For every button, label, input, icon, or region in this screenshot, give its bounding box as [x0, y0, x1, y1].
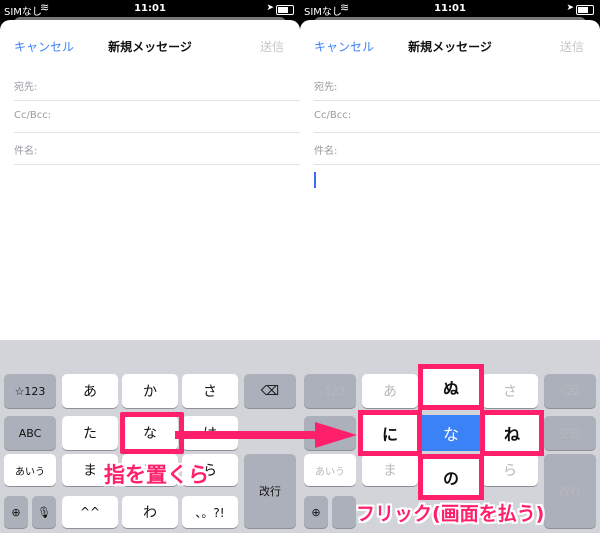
- location-arrow-icon: ➤: [266, 3, 274, 13]
- key-wa[interactable]: わ: [122, 496, 178, 528]
- delete-icon[interactable]: ⌫: [544, 374, 596, 408]
- subject-label: 件名:: [314, 146, 338, 157]
- key-punctuation[interactable]: 、。?!: [182, 496, 238, 528]
- key-abc-mode[interactable]: ABC: [4, 416, 56, 450]
- flick-left-ni[interactable]: に: [358, 410, 422, 456]
- subject-label: 件名:: [14, 146, 38, 157]
- compose-nav-bar: キャンセル 新規メッセージ 送信: [300, 20, 600, 68]
- compose-sheet: キャンセル 新規メッセージ 送信 宛先: Cc/Bcc: 件名:: [300, 20, 600, 340]
- compose-sheet: キャンセル 新規メッセージ 送信 宛先: Cc/Bcc: 件名:: [0, 20, 300, 340]
- right-caption: フリック(画面を払う): [356, 503, 545, 525]
- globe-icon[interactable]: ⊕: [4, 496, 28, 528]
- mic-icon[interactable]: 🎙: [32, 496, 56, 528]
- key-number-mode[interactable]: ☆123: [4, 374, 56, 408]
- to-label: 宛先:: [314, 82, 338, 93]
- key-ka[interactable]: か: [122, 374, 178, 408]
- mic-icon[interactable]: [332, 496, 356, 528]
- subject-field[interactable]: 件名:: [14, 132, 300, 165]
- flick-up-nu[interactable]: ぬ: [418, 364, 484, 410]
- to-field[interactable]: 宛先:: [14, 68, 300, 101]
- key-a[interactable]: あ: [362, 374, 418, 408]
- to-field[interactable]: 宛先:: [314, 68, 600, 101]
- key-kana-mode[interactable]: あいう: [4, 454, 56, 486]
- arrow-shape: [175, 422, 357, 448]
- to-label: 宛先:: [14, 82, 38, 93]
- subject-field[interactable]: 件名:: [314, 132, 600, 165]
- status-bar: SIMなし ≋ 11:01 ➤: [0, 0, 300, 18]
- delete-icon[interactable]: ⌫: [244, 374, 296, 408]
- key-ma[interactable]: ま: [362, 454, 418, 486]
- enter-key[interactable]: 改行: [544, 454, 596, 528]
- key-a[interactable]: あ: [62, 374, 118, 408]
- send-button[interactable]: 送信: [560, 38, 584, 55]
- battery-icon: [276, 5, 294, 15]
- flick-right-ne[interactable]: ね: [480, 410, 544, 456]
- compose-title: 新規メッセージ: [408, 40, 492, 54]
- battery-icon: [576, 5, 594, 15]
- status-bar: SIMなし ≋ 11:01 ➤: [300, 0, 600, 18]
- left-phone-screen: SIMなし ≋ 11:01 ➤ キャンセル 新規メッセージ 送信 宛先: Cc/…: [0, 0, 300, 533]
- key-sa[interactable]: さ: [482, 374, 538, 408]
- cc-bcc-field[interactable]: Cc/Bcc:: [14, 100, 300, 133]
- cc-bcc-label: Cc/Bcc:: [14, 110, 52, 121]
- globe-icon[interactable]: ⊕: [304, 496, 328, 528]
- key-number-mode[interactable]: ☆123: [304, 374, 356, 408]
- flick-center-na[interactable]: な: [422, 415, 480, 451]
- status-time: 11:01: [134, 3, 166, 14]
- location-arrow-icon: ➤: [566, 3, 574, 13]
- enter-key[interactable]: 改行: [244, 454, 296, 528]
- transition-arrow: [175, 422, 357, 448]
- left-caption: 指を置くら: [104, 463, 209, 487]
- key-sa[interactable]: さ: [182, 374, 238, 408]
- space-key[interactable]: 空白: [544, 416, 596, 450]
- key-kana-mode[interactable]: あいう: [304, 454, 356, 486]
- flick-down-no[interactable]: の: [418, 454, 484, 500]
- cc-bcc-label: Cc/Bcc:: [314, 110, 352, 121]
- key-ra[interactable]: ら: [482, 454, 538, 486]
- send-button[interactable]: 送信: [260, 38, 284, 55]
- text-cursor: [314, 172, 316, 188]
- key-dakuten[interactable]: ^^: [62, 496, 118, 528]
- compose-title: 新規メッセージ: [108, 40, 192, 54]
- status-time: 11:01: [434, 3, 466, 14]
- compose-nav-bar: キャンセル 新規メッセージ 送信: [0, 20, 300, 68]
- key-ta[interactable]: た: [62, 416, 118, 450]
- right-phone-screen: SIMなし ≋ 11:01 ➤ キャンセル 新規メッセージ 送信 宛先: Cc/…: [300, 0, 600, 533]
- cc-bcc-field[interactable]: Cc/Bcc:: [314, 100, 600, 133]
